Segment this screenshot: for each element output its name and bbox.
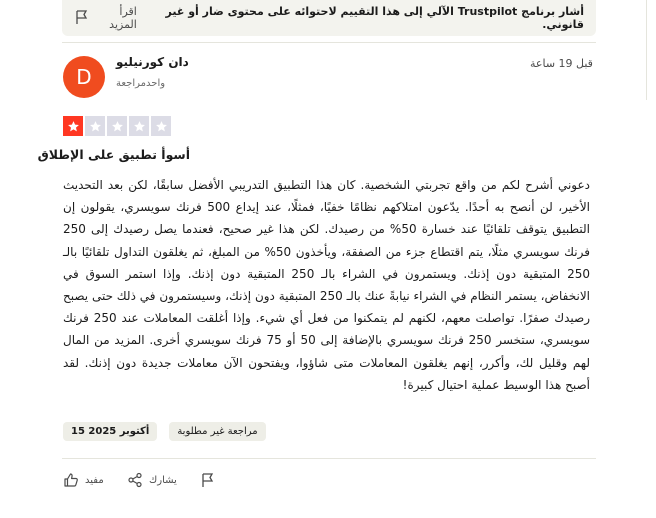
flag-icon (202, 473, 214, 487)
share-label: يشارك (149, 474, 177, 486)
review-count: واحدمراجعة (116, 78, 166, 89)
report-button[interactable] (200, 472, 216, 488)
thumbs-up-icon (64, 473, 78, 487)
star-icon (155, 120, 167, 131)
flag-icon (76, 10, 88, 24)
review-time: قبل 19 ساعة (530, 57, 593, 70)
read-more-link[interactable]: اقرأ المزيد (90, 5, 137, 31)
star-icon (67, 120, 79, 131)
star-5 (151, 116, 171, 136)
star-icon (89, 120, 101, 131)
useful-button[interactable]: مفيد (63, 472, 104, 488)
flag-notice-banner: أشار برنامج Trustpilot الآلي إلى هذا الت… (62, 0, 596, 36)
star-4 (129, 116, 149, 136)
star-icon (133, 120, 145, 131)
star-2 (85, 116, 105, 136)
actions-divider (62, 458, 596, 459)
share-button[interactable]: يشارك (127, 472, 177, 488)
review-title[interactable]: أسوأ تطبيق على الإطلاق (38, 147, 190, 162)
share-icon (128, 472, 142, 488)
star-1 (63, 116, 83, 136)
star-3 (107, 116, 127, 136)
side-rule (646, 0, 647, 100)
experience-date-tag: 15 أكتوبر 2025 (63, 422, 158, 441)
review-body: دعوني أشرح لكم من واقع تجربتي الشخصية. ك… (63, 178, 591, 392)
avatar[interactable]: D (63, 56, 105, 98)
star-rating (63, 116, 171, 136)
header-divider (62, 42, 596, 43)
review-card: أشار برنامج Trustpilot الآلي إلى هذا الت… (0, 0, 656, 518)
star-icon (111, 120, 123, 131)
review-tags: 15 أكتوبر 2025 مراجعة غير مطلوبة (63, 422, 266, 441)
unsolicited-review-tag[interactable]: مراجعة غير مطلوبة (169, 422, 266, 441)
notice-text: أشار برنامج Trustpilot الآلي إلى هذا الت… (165, 5, 584, 31)
reviewer-name[interactable]: دان كورنيليو (116, 55, 189, 69)
useful-label: مفيد (85, 474, 104, 486)
